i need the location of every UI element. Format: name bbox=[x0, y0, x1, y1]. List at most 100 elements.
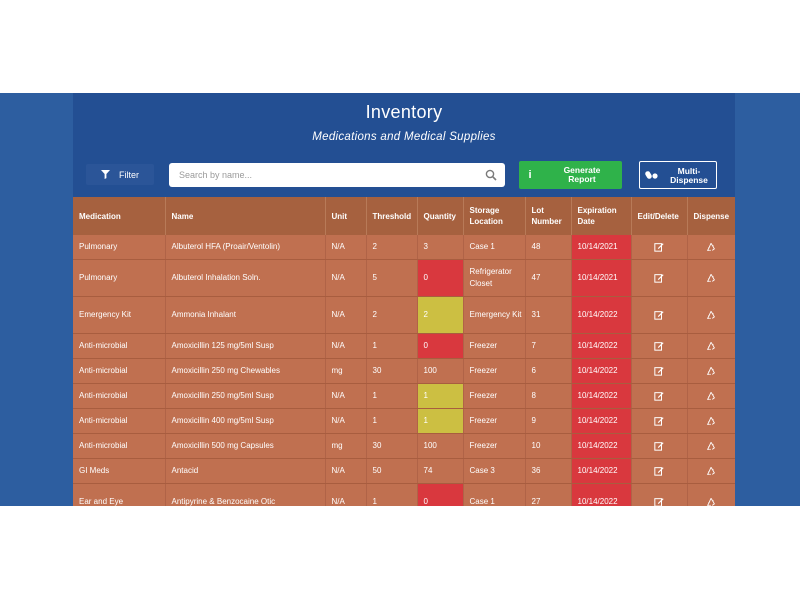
recycle-icon bbox=[706, 416, 716, 425]
cell-storage-location: Case 1 bbox=[463, 483, 526, 506]
cell-unit: N/A bbox=[325, 383, 367, 409]
dispense-button[interactable] bbox=[687, 408, 735, 434]
inventory-panel: Inventory Medications and Medical Suppli… bbox=[73, 93, 735, 506]
edit-button[interactable] bbox=[631, 333, 688, 359]
cell-quantity: 2 bbox=[417, 296, 464, 334]
col-header-medication[interactable]: Medication bbox=[73, 197, 166, 235]
edit-icon bbox=[654, 366, 664, 376]
edit-button[interactable] bbox=[631, 483, 688, 506]
cell-expiration-date: 10/14/2021 bbox=[571, 235, 632, 260]
search-box bbox=[169, 163, 505, 187]
table-row[interactable]: Anti-microbial Amoxicillin 500 mg Capsule… bbox=[73, 433, 735, 459]
dispense-button[interactable] bbox=[687, 333, 735, 359]
exp-header-line2: Date bbox=[577, 217, 595, 226]
table-row[interactable]: Anti-microbial Amoxicillin 250 mg Chewabl… bbox=[73, 358, 735, 384]
col-header-edit-delete: Edit/Delete bbox=[631, 197, 688, 235]
cell-name: Albuterol HFA (Proair/Ventolin) bbox=[165, 235, 326, 260]
dispense-button[interactable] bbox=[687, 358, 735, 384]
cell-threshold: 30 bbox=[366, 358, 418, 384]
recycle-icon bbox=[706, 366, 716, 375]
dispense-button[interactable] bbox=[687, 483, 735, 506]
dispense-button[interactable] bbox=[687, 383, 735, 409]
col-header-lot-number[interactable]: Lot Number bbox=[525, 197, 572, 235]
edit-button[interactable] bbox=[631, 458, 688, 484]
edit-button[interactable] bbox=[631, 259, 688, 297]
cell-lot-number: 8 bbox=[525, 383, 572, 409]
table-row[interactable]: Anti-microbial Amoxicillin 400 mg/5ml Sus… bbox=[73, 408, 735, 434]
cell-unit: mg bbox=[325, 433, 367, 459]
cell-threshold: 2 bbox=[366, 296, 418, 334]
dispense-button[interactable] bbox=[687, 259, 735, 297]
recycle-icon bbox=[706, 391, 716, 400]
table-row[interactable]: Ear and Eye Antipyrine & Benzocaine Otic N… bbox=[73, 483, 735, 506]
cell-medication: Anti-microbial bbox=[73, 333, 166, 359]
recycle-icon bbox=[706, 466, 716, 475]
cell-storage-location: Freezer bbox=[463, 408, 526, 434]
dispense-button[interactable] bbox=[687, 296, 735, 334]
storage-header-line2: Location bbox=[469, 217, 503, 226]
cell-medication: Anti-microbial bbox=[73, 358, 166, 384]
cell-medication: Ear and Eye bbox=[73, 483, 166, 506]
cell-name: Amoxicillin 250 mg Chewables bbox=[165, 358, 326, 384]
dispense-button[interactable] bbox=[687, 235, 735, 260]
cell-lot-number: 36 bbox=[525, 458, 572, 484]
col-header-unit[interactable]: Unit bbox=[325, 197, 367, 235]
cell-quantity: 3 bbox=[417, 235, 464, 260]
search-input[interactable] bbox=[177, 163, 481, 187]
edit-button[interactable] bbox=[631, 358, 688, 384]
cell-quantity: 0 bbox=[417, 483, 464, 506]
cell-storage-location: Freezer bbox=[463, 333, 526, 359]
cell-name: Antipyrine & Benzocaine Otic bbox=[165, 483, 326, 506]
cell-lot-number: 48 bbox=[525, 235, 572, 260]
col-header-storage-location[interactable]: Storage Location bbox=[463, 197, 526, 235]
col-header-name[interactable]: Name bbox=[165, 197, 326, 235]
table-row[interactable]: GI Meds Antacid N/A 50 74 Case 3 36 10/14/2022 bbox=[73, 458, 735, 484]
col-header-quantity[interactable]: Quantity bbox=[417, 197, 464, 235]
cell-name: Amoxicillin 500 mg Capsules bbox=[165, 433, 326, 459]
cell-name: Amoxicillin 250 mg/5ml Susp bbox=[165, 383, 326, 409]
filter-button[interactable]: Filter bbox=[86, 164, 154, 185]
generate-report-button[interactable]: i Generate Report bbox=[519, 161, 622, 189]
table-row[interactable]: Anti-microbial Amoxicillin 125 mg/5ml Sus… bbox=[73, 333, 735, 359]
table-row[interactable]: Pulmonary Albuterol Inhalation Soln. N/A 5 0… bbox=[73, 259, 735, 297]
cell-lot-number: 9 bbox=[525, 408, 572, 434]
edit-button[interactable] bbox=[631, 296, 688, 334]
cell-threshold: 1 bbox=[366, 333, 418, 359]
dispense-button[interactable] bbox=[687, 458, 735, 484]
table-body: Pulmonary Albuterol HFA (Proair/Ventolin)… bbox=[73, 235, 735, 506]
cell-storage-location: Freezer bbox=[463, 383, 526, 409]
search-icon[interactable] bbox=[485, 169, 497, 181]
page-background: Inventory Medications and Medical Suppli… bbox=[0, 93, 800, 506]
cell-storage-location: Emergency Kit bbox=[463, 296, 526, 334]
cell-medication: Anti-microbial bbox=[73, 383, 166, 409]
col-header-dispense: Dispense bbox=[687, 197, 735, 235]
cell-threshold: 1 bbox=[366, 483, 418, 506]
edit-icon bbox=[654, 242, 664, 252]
edit-button[interactable] bbox=[631, 433, 688, 459]
cell-expiration-date: 10/14/2022 bbox=[571, 408, 632, 434]
info-icon: i bbox=[528, 169, 532, 181]
col-header-expiration-date[interactable]: Expiration Date bbox=[571, 197, 632, 235]
cell-storage-location: Case 3 bbox=[463, 458, 526, 484]
cell-threshold: 2 bbox=[366, 235, 418, 260]
cell-name: Antacid bbox=[165, 458, 326, 484]
edit-icon bbox=[654, 416, 664, 426]
col-header-threshold[interactable]: Threshold bbox=[366, 197, 418, 235]
cell-lot-number: 6 bbox=[525, 358, 572, 384]
edit-button[interactable] bbox=[631, 383, 688, 409]
edit-button[interactable] bbox=[631, 235, 688, 260]
cell-threshold: 30 bbox=[366, 433, 418, 459]
cell-storage-location: Freezer bbox=[463, 433, 526, 459]
generate-report-label: Generate Report bbox=[543, 166, 621, 184]
dispense-button[interactable] bbox=[687, 433, 735, 459]
edit-icon bbox=[654, 466, 664, 476]
multi-dispense-button[interactable]: Multi- Dispense bbox=[639, 161, 717, 189]
table-row[interactable]: Pulmonary Albuterol HFA (Proair/Ventolin)… bbox=[73, 235, 735, 260]
table-row[interactable]: Anti-microbial Amoxicillin 250 mg/5ml Sus… bbox=[73, 383, 735, 409]
table-header-row: Medication Name Unit Threshold Quantity … bbox=[73, 197, 735, 235]
table-row[interactable]: Emergency Kit Ammonia Inhalant N/A 2 2 Emerge… bbox=[73, 296, 735, 334]
edit-icon bbox=[654, 497, 664, 506]
generate-report-line2: Report bbox=[568, 174, 596, 184]
edit-button[interactable] bbox=[631, 408, 688, 434]
recycle-icon bbox=[706, 441, 716, 450]
